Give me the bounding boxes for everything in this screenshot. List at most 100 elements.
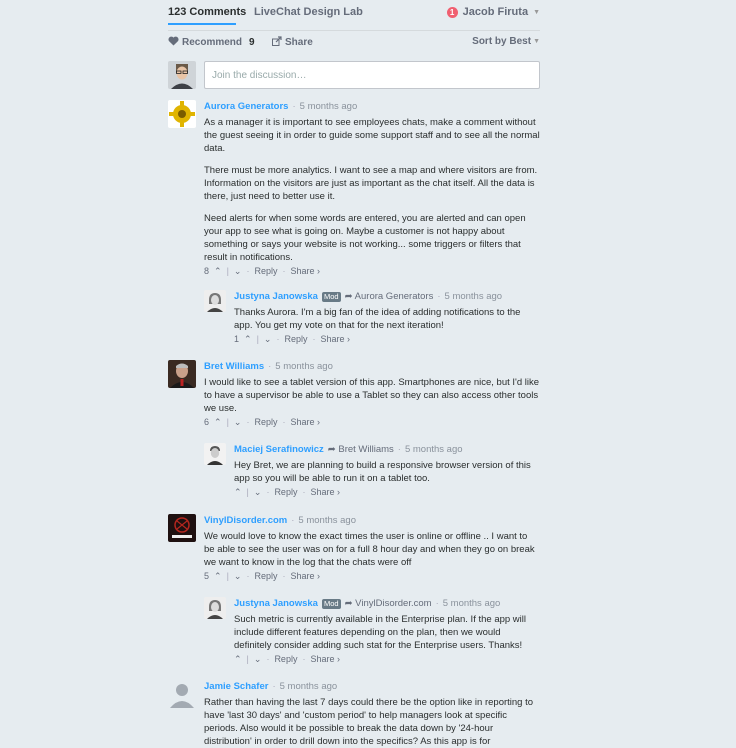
downvote-icon[interactable]: ⌄ (234, 265, 242, 278)
comment-actions: 6 ⌃ | ⌄ · Reply · Share › (204, 416, 540, 429)
separator-dot: · (246, 571, 250, 581)
tab-comments[interactable]: 123 Comments (168, 6, 246, 18)
recommend-button[interactable]: Recommend 9 (168, 36, 255, 49)
comment-reply: Justyna Janowska Mod ➦ Aurora Generators… (234, 290, 540, 346)
reply-arrow-icon: ➦ (344, 291, 353, 302)
reply-link[interactable]: Reply (274, 653, 297, 666)
gear-icon (168, 100, 196, 128)
downvote-icon[interactable]: ⌄ (234, 570, 242, 583)
comment-body: We would love to know the exact times th… (204, 530, 540, 569)
avatar[interactable] (204, 290, 226, 312)
in-reply-to[interactable]: ➦ Aurora Generators (345, 290, 434, 303)
comment-time[interactable]: 5 months ago (298, 514, 356, 527)
share-link[interactable]: Share › (290, 416, 320, 429)
separator-dot: · (292, 101, 296, 112)
comment-body: Hey Bret, we are planning to build a res… (234, 459, 540, 485)
upvote-icon[interactable]: ⌃ (214, 265, 222, 278)
comment-author[interactable]: VinylDisorder.com (204, 514, 287, 527)
comment-paragraph: There must be more analytics. I want to … (204, 165, 538, 202)
comment-paragraph: Need alerts for when some words are ente… (204, 213, 526, 263)
sort-dropdown[interactable]: Sort by Best ▼ (472, 36, 540, 47)
comment-paragraph: I would like to see a tablet version of … (204, 377, 540, 414)
upvote-icon[interactable]: ⌃ (244, 333, 252, 346)
share-link[interactable]: Share › (290, 265, 320, 278)
comment-reply: Justyna Janowska Mod ➦ VinylDisorder.com… (234, 597, 540, 666)
reply-to-name: VinylDisorder.com (355, 598, 432, 609)
comment-author[interactable]: Bret Williams (204, 360, 264, 373)
comment: Aurora Generators · 5 months ago As a ma… (204, 100, 540, 278)
upvote-icon[interactable]: ⌃ (214, 570, 222, 583)
comment-author[interactable]: Aurora Generators (204, 100, 288, 113)
downvote-icon[interactable]: ⌄ (254, 653, 262, 666)
in-reply-to[interactable]: ➦ VinylDisorder.com (345, 597, 432, 610)
separator: | (226, 266, 229, 276)
chevron-down-icon: ▼ (533, 8, 540, 16)
comment-paragraph: As a manager it is important to see empl… (204, 117, 540, 154)
comment-author[interactable]: Justyna Janowska (234, 290, 318, 303)
comment-actions: ⌃ | ⌄ · Reply · Share › (234, 486, 540, 499)
comment-time[interactable]: 5 months ago (443, 597, 501, 610)
upvote-icon[interactable]: ⌃ (214, 416, 222, 429)
heart-icon (168, 36, 179, 49)
comment-actions: 1 ⌃ | ⌄ · Reply · Share › (234, 333, 540, 346)
comment-author[interactable]: Jamie Schafer (204, 680, 268, 693)
upvote-icon[interactable]: ⌃ (234, 486, 242, 499)
comment-paragraph: Rather than having the last 7 days could… (204, 697, 534, 747)
share-link[interactable]: Share › (310, 653, 340, 666)
user-name: Jacob Firuta (462, 6, 529, 18)
user-menu[interactable]: 1 Jacob Firuta ▼ (446, 6, 540, 18)
reply-link[interactable]: Reply (254, 265, 277, 278)
reply-link[interactable]: Reply (284, 333, 307, 346)
share-link[interactable]: Share › (320, 333, 350, 346)
downvote-icon[interactable]: ⌄ (264, 333, 272, 346)
in-reply-to[interactable]: ➦ Bret Williams (328, 443, 394, 456)
separator-dot: · (291, 515, 295, 526)
avatar[interactable] (204, 597, 226, 619)
nav-divider (168, 30, 540, 31)
separator: | (256, 334, 259, 344)
avatar[interactable] (168, 100, 196, 128)
avatar[interactable] (168, 514, 196, 542)
downvote-icon[interactable]: ⌄ (254, 486, 262, 499)
separator-dot: · (302, 487, 306, 497)
vote-count: 5 (204, 571, 210, 581)
tab-forum[interactable]: LiveChat Design Lab (254, 6, 363, 18)
reply-arrow-icon: ➦ (344, 598, 353, 609)
separator: | (226, 417, 229, 427)
separator-dot: · (312, 334, 316, 344)
comments-count: 123 (168, 6, 187, 18)
separator: | (226, 571, 229, 581)
comment-time[interactable]: 5 months ago (300, 100, 358, 113)
comment-paragraph: Hey Bret, we are planning to build a res… (234, 460, 531, 484)
thread-toolbar: Recommend 9 Share Sort by Best ▼ (168, 36, 540, 58)
share-button[interactable]: Share (272, 36, 313, 49)
join-discussion-input[interactable]: Join the discussion… (204, 61, 540, 89)
separator-dot: · (268, 361, 272, 372)
reply-link[interactable]: Reply (254, 416, 277, 429)
separator-dot: · (302, 654, 306, 664)
avatar[interactable] (168, 680, 196, 708)
comment-time[interactable]: 5 months ago (445, 290, 503, 303)
comment-time[interactable]: 5 months ago (280, 680, 338, 693)
separator-dot: · (272, 681, 276, 692)
comment-body: As a manager it is important to see empl… (204, 116, 540, 264)
reply-link[interactable]: Reply (254, 570, 277, 583)
comment-time[interactable]: 5 months ago (275, 360, 333, 373)
separator-dot: · (397, 444, 401, 455)
current-user-avatar[interactable] (168, 61, 196, 89)
separator-dot: · (246, 417, 250, 427)
comment-author[interactable]: Maciej Serafinowicz (234, 443, 324, 456)
comments-label: Comments (189, 6, 247, 18)
notification-badge[interactable]: 1 (446, 6, 458, 18)
comment-time[interactable]: 5 months ago (405, 443, 463, 456)
share-link[interactable]: Share › (290, 570, 320, 583)
comment-author[interactable]: Justyna Janowska (234, 597, 318, 610)
avatar[interactable] (204, 443, 226, 465)
separator-dot: · (266, 654, 270, 664)
downvote-icon[interactable]: ⌄ (234, 416, 242, 429)
upvote-icon[interactable]: ⌃ (234, 653, 242, 666)
reply-link[interactable]: Reply (274, 486, 297, 499)
avatar[interactable] (168, 360, 196, 388)
share-link[interactable]: Share › (310, 486, 340, 499)
reply-to-name: Aurora Generators (354, 291, 434, 302)
